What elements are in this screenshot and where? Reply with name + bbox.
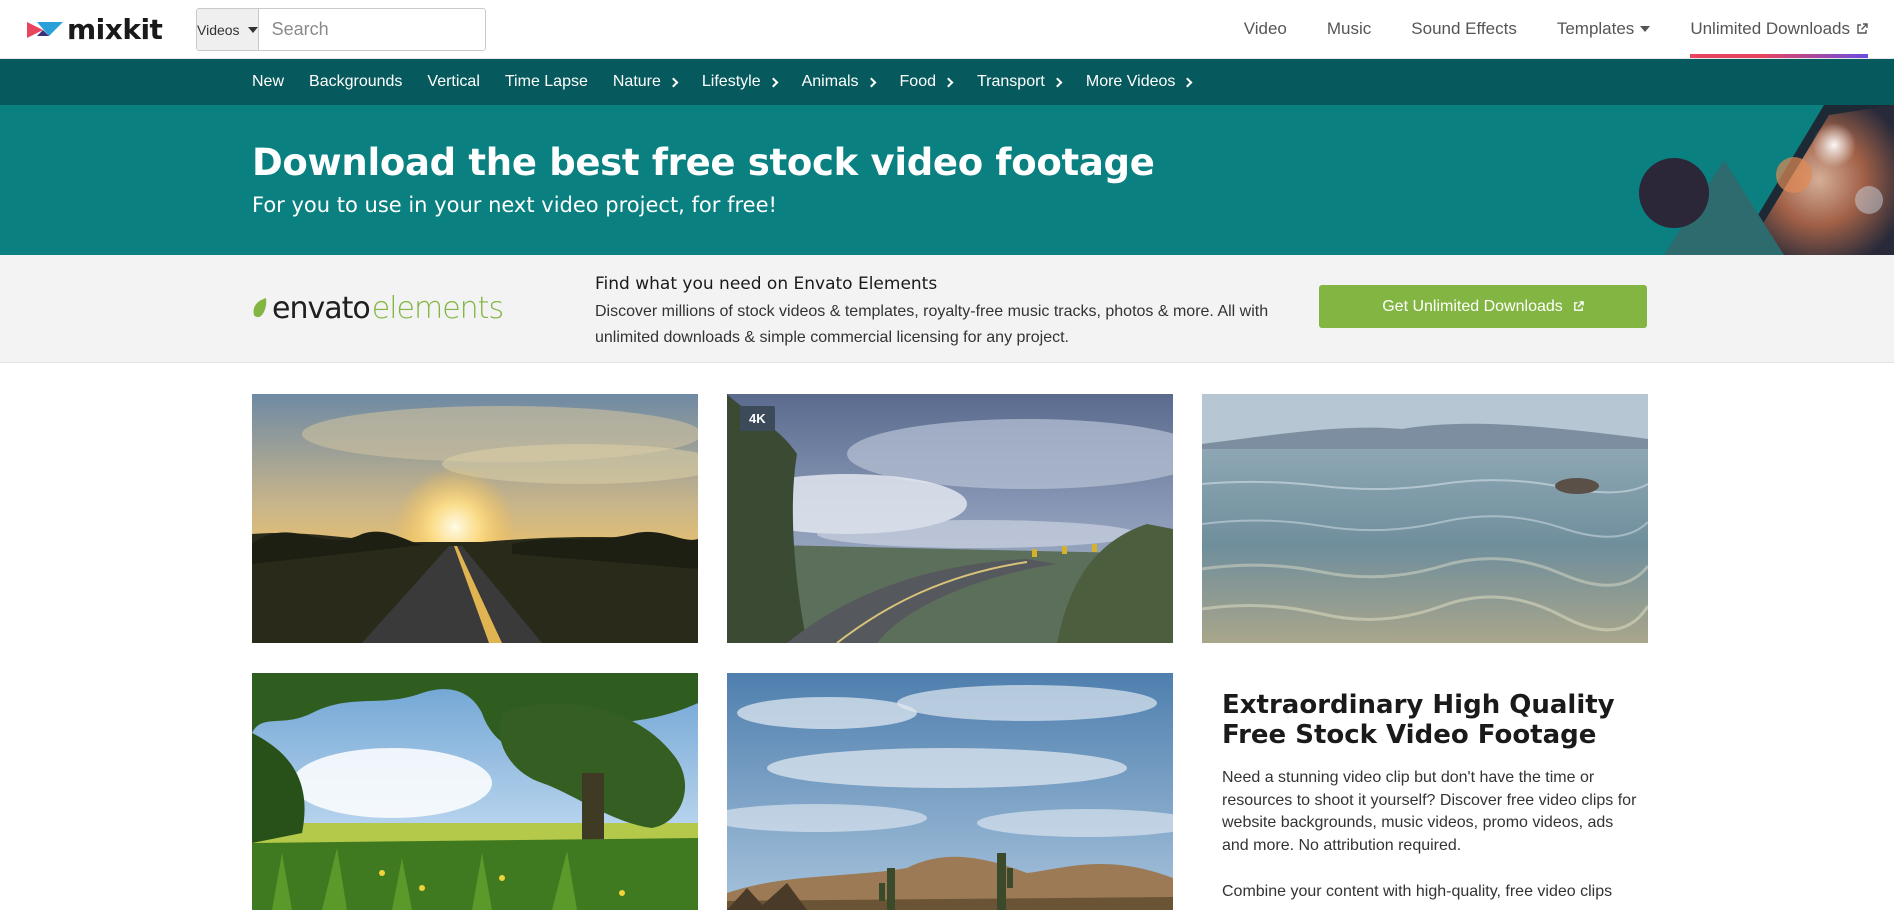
chevron-right-icon (1052, 77, 1063, 88)
hero-decoration-image (1639, 105, 1894, 255)
category-new-label: New (252, 73, 285, 90)
nav-unlimited-downloads[interactable]: Unlimited Downloads (1690, 0, 1868, 58)
video-card[interactable] (727, 673, 1173, 910)
hero-title: Download the best free stock video foota… (252, 141, 1155, 184)
active-underline (1690, 54, 1868, 58)
nav-templates[interactable]: Templates (1556, 0, 1651, 58)
category-new[interactable]: New (252, 73, 284, 91)
video-thumbnail-lake-water (1202, 394, 1648, 643)
promo-description: Discover millions of stock videos & temp… (595, 303, 1269, 346)
info-title: Extraordinary High Quality Free Stock Vi… (1222, 690, 1615, 750)
promo-button-label: Get Unlimited Downloads (1382, 297, 1563, 315)
category-nature-label: Nature (612, 73, 661, 90)
mixkit-logo[interactable]: mixkit (27, 13, 163, 46)
search-bar: Videos (196, 8, 486, 51)
envato-leaf-icon (253, 298, 267, 318)
site-header: mixkit Videos Video Music Sound Effects … (0, 0, 1894, 59)
category-transport[interactable]: Transport (976, 73, 1063, 91)
info-section: Extraordinary High Quality Free Stock Vi… (1222, 690, 1642, 904)
envato-elements-logo[interactable]: envato elements (252, 288, 504, 328)
category-animals[interactable]: Animals (801, 73, 876, 91)
search-input[interactable] (258, 9, 485, 50)
category-more-videos-label: More Videos (1085, 73, 1176, 90)
category-food[interactable]: Food (899, 73, 954, 91)
nav-music[interactable]: Music (1327, 0, 1371, 58)
category-lifestyle-label: Lifestyle (701, 73, 761, 90)
logo-text: mixkit (67, 13, 163, 46)
chevron-right-icon (1182, 77, 1193, 88)
category-vertical-label: Vertical (427, 73, 480, 90)
video-card[interactable] (252, 673, 698, 910)
info-paragraph-2: Combine your content with high-quality, … (1222, 883, 1613, 900)
video-card[interactable]: 4K (727, 394, 1173, 643)
video-thumbnail-mountain-road (727, 394, 1173, 643)
hero-subtitle: For you to use in your next video projec… (252, 193, 777, 217)
promo-title: Find what you need on Envato Elements (595, 274, 938, 294)
nav-templates-label: Templates (1556, 19, 1635, 38)
chevron-right-icon (668, 77, 679, 88)
nav-video-label: Video (1243, 19, 1287, 38)
envato-wordmark: envato (272, 290, 371, 326)
category-nav: New Backgrounds Vertical Time Lapse Natu… (0, 59, 1894, 105)
video-thumbnail-desert-cactus (727, 673, 1173, 910)
category-time-lapse-label: Time Lapse (504, 73, 588, 90)
search-type-dropdown[interactable]: Videos (197, 9, 259, 50)
category-time-lapse[interactable]: Time Lapse (505, 73, 588, 91)
category-more-videos[interactable]: More Videos (1085, 73, 1193, 91)
nav-unlimited-label: Unlimited Downloads (1690, 19, 1850, 38)
video-thumbnail-green-field (252, 673, 698, 910)
nav-video[interactable]: Video (1244, 0, 1287, 58)
info-paragraph-1: Need a stunning video clip but don't hav… (1222, 769, 1637, 854)
top-nav: Video Music Sound Effects Templates Unli… (1204, 0, 1868, 58)
video-card[interactable] (252, 394, 698, 643)
external-link-icon (1573, 301, 1584, 311)
video-thumbnail-sunset-road (252, 394, 698, 643)
chevron-right-icon (943, 77, 954, 88)
caret-down-icon (1640, 26, 1651, 32)
external-link-icon (1857, 23, 1868, 34)
video-card[interactable] (1202, 394, 1648, 643)
category-lifestyle[interactable]: Lifestyle (701, 73, 779, 91)
caret-down-icon (247, 26, 258, 33)
get-unlimited-downloads-button[interactable]: Get Unlimited Downloads (1319, 285, 1647, 328)
4k-badge: 4K (740, 406, 775, 431)
category-backgrounds[interactable]: Backgrounds (309, 73, 402, 91)
nav-music-label: Music (1326, 19, 1372, 38)
chevron-right-icon (866, 77, 876, 88)
category-transport-label: Transport (976, 73, 1045, 90)
search-type-label: Videos (197, 21, 240, 38)
mixkit-logo-mark-icon (27, 22, 63, 38)
nav-sound-effects[interactable]: Sound Effects (1411, 0, 1517, 58)
category-backgrounds-label: Backgrounds (309, 73, 403, 90)
hero-banner: Download the best free stock video foota… (0, 105, 1894, 255)
category-food-label: Food (899, 73, 936, 90)
category-vertical[interactable]: Vertical (427, 73, 479, 91)
category-animals-label: Animals (801, 73, 859, 90)
envato-promo: envato elements Find what you need on En… (0, 255, 1894, 363)
category-nature[interactable]: Nature (612, 73, 679, 91)
nav-sound-effects-label: Sound Effects (1411, 19, 1517, 38)
elements-wordmark: elements (371, 290, 504, 326)
chevron-right-icon (768, 77, 779, 88)
